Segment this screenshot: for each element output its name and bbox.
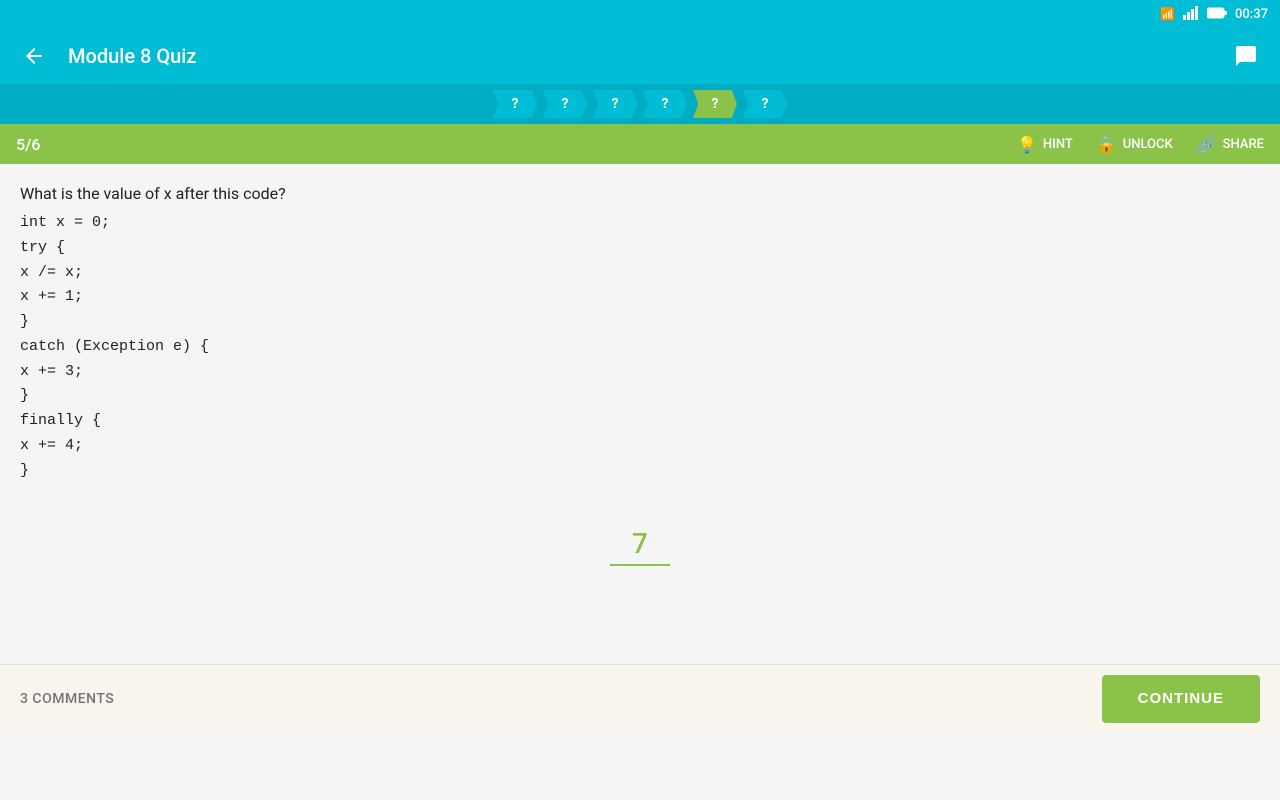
- progress-item-2[interactable]: ?: [543, 90, 587, 118]
- main-content: What is the value of x after this code? …: [0, 164, 1280, 732]
- wifi-icon: 📶: [1160, 7, 1175, 21]
- top-bar: Module 8 Quiz: [0, 28, 1280, 84]
- code-line: x += 3;: [20, 360, 1260, 385]
- progress-item-4[interactable]: ?: [643, 90, 687, 118]
- code-line: x += 1;: [20, 285, 1260, 310]
- code-line: try {: [20, 236, 1260, 261]
- comments-button[interactable]: 3 COMMENTS: [20, 691, 114, 707]
- unlock-button[interactable]: 🔒 UNLOCK: [1097, 135, 1173, 154]
- code-line: }: [20, 459, 1260, 484]
- status-time: 00:37: [1235, 7, 1268, 22]
- unlock-label: UNLOCK: [1123, 137, 1173, 152]
- signal-icon: [1183, 6, 1199, 23]
- back-button[interactable]: [16, 38, 52, 74]
- share-label: SHARE: [1223, 137, 1264, 152]
- battery-icon: [1207, 7, 1227, 22]
- hint-label: HINT: [1043, 137, 1073, 152]
- hint-icon: 💡: [1017, 135, 1037, 154]
- unlock-icon: 🔒: [1097, 135, 1117, 154]
- share-button[interactable]: 🔗 SHARE: [1197, 135, 1264, 154]
- bottom-bar: 3 COMMENTS CONTINUE: [0, 664, 1280, 732]
- progress-item-3[interactable]: ?: [593, 90, 637, 118]
- progress-item-1[interactable]: ?: [493, 90, 537, 118]
- status-bar: 📶 00:37: [0, 0, 1280, 28]
- code-line: }: [20, 310, 1260, 335]
- progress-item-6[interactable]: ?: [743, 90, 787, 118]
- code-line: catch (Exception e) {: [20, 335, 1260, 360]
- code-line: }: [20, 384, 1260, 409]
- code-line: x += 4;: [20, 434, 1260, 459]
- question-text: What is the value of x after this code?: [20, 184, 1260, 203]
- chat-button[interactable]: [1228, 38, 1264, 74]
- app-title: Module 8 Quiz: [68, 44, 1212, 68]
- code-line: int x = 0;: [20, 211, 1260, 236]
- share-icon: 🔗: [1197, 135, 1217, 154]
- answer-area: 7: [20, 523, 1260, 566]
- progress-item-5[interactable]: ?: [693, 90, 737, 118]
- score-bar: 5/6 💡 HINT 🔒 UNLOCK 🔗 SHARE: [0, 124, 1280, 164]
- hint-button[interactable]: 💡 HINT: [1017, 135, 1073, 154]
- answer-value: 7: [610, 523, 670, 566]
- continue-button[interactable]: CONTINUE: [1102, 675, 1260, 723]
- code-block: int x = 0;try { x /= x; x += 1;}catch (E…: [20, 211, 1260, 483]
- progress-bar: ??????: [0, 84, 1280, 124]
- code-line: x /= x;: [20, 261, 1260, 286]
- code-line: finally {: [20, 409, 1260, 434]
- score-text: 5/6: [16, 135, 993, 154]
